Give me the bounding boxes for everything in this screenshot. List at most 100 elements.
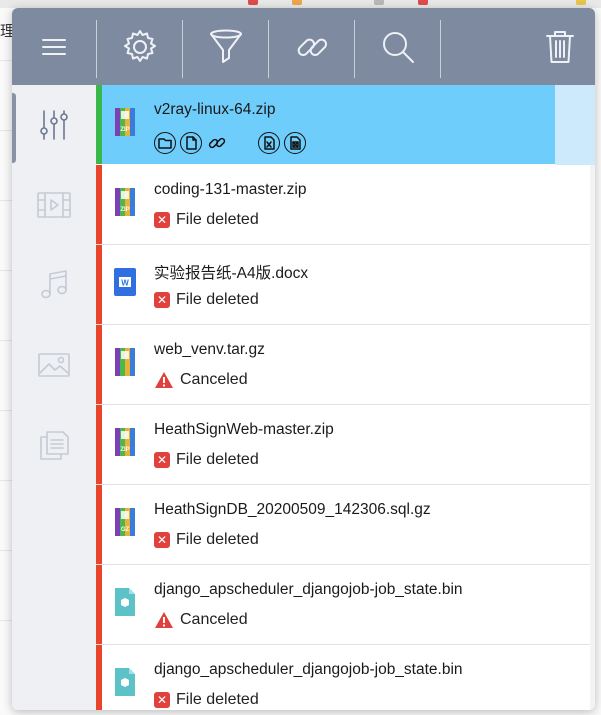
error-icon: ✕ (154, 452, 170, 468)
delete-file-icon (290, 136, 301, 150)
delete-file-action-button[interactable] (284, 132, 306, 154)
sidebar-item-images[interactable] (12, 325, 96, 405)
status-text: File deleted (176, 531, 259, 548)
status-strip (96, 485, 102, 564)
browser-tab-indicator (418, 0, 428, 5)
documents-icon (40, 431, 69, 460)
archive-file-icon (115, 348, 135, 376)
copy-file-icon (186, 136, 197, 150)
status-text: Canceled (180, 611, 248, 628)
clear-button[interactable] (525, 8, 595, 85)
download-row[interactable]: GZ HeathSignDB_20200509_142306.sql.gz ✕ Fil… (96, 485, 590, 565)
status-text: File deleted (176, 211, 259, 228)
status-strip (96, 565, 102, 644)
archive-file-icon: ZIP (115, 188, 135, 216)
download-row[interactable]: ZIP coding-131-master.zip ✕ File deleted (96, 165, 590, 245)
download-status: Canceled (154, 370, 248, 390)
file-actions (154, 131, 310, 155)
download-row[interactable]: W 实验报告纸-A4版.docx ✕ File deleted (96, 245, 590, 325)
settings-button[interactable] (97, 8, 182, 85)
search-icon (382, 31, 414, 63)
status-text: File deleted (176, 451, 259, 468)
download-manager-popup: ZIP v2ray-linux-64.zip ZIP coding-131-maste… (12, 8, 595, 710)
download-status: ✕ File deleted (154, 210, 259, 230)
menu-button[interactable] (12, 8, 96, 85)
status-strip (96, 405, 102, 484)
folder-action-button[interactable] (154, 132, 176, 154)
scrollbar[interactable] (590, 85, 595, 710)
copy-link-button[interactable] (269, 8, 354, 85)
error-icon: ✕ (154, 292, 170, 308)
download-status: ✕ File deleted (154, 530, 259, 550)
download-status: ✕ File deleted (154, 290, 259, 310)
status-strip (96, 645, 102, 710)
search-button[interactable] (355, 8, 440, 85)
category-sidebar (12, 85, 96, 710)
sidebar-item-all[interactable] (12, 85, 96, 165)
sidebar-item-music[interactable] (12, 245, 96, 325)
file-name: 实验报告纸-A4版.docx (154, 265, 309, 282)
word-document-icon: W (114, 268, 136, 296)
menu-icon (42, 38, 66, 55)
filter-icon (209, 29, 242, 63)
file-name: django_apscheduler_djangojob-job_state.b… (154, 581, 463, 598)
excel-icon (264, 136, 275, 150)
status-text: File deleted (176, 691, 259, 708)
warning-icon (155, 372, 173, 388)
archive-file-icon: ZIP (115, 108, 135, 136)
file-name: coding-131-master.zip (154, 181, 307, 198)
binary-file-icon (115, 588, 135, 616)
file-name: HeathSignDB_20200509_142306.sql.gz (154, 501, 431, 518)
svg-text:ZIP: ZIP (120, 207, 129, 213)
svg-text:ZIP: ZIP (120, 447, 129, 453)
folder-icon (158, 138, 172, 149)
download-row[interactable]: web_venv.tar.gz Canceled (96, 325, 590, 405)
file-name: HeathSignWeb-master.zip (154, 421, 334, 438)
file-name: web_venv.tar.gz (154, 341, 265, 358)
status-strip (96, 245, 102, 324)
archive-file-icon: ZIP (115, 428, 135, 456)
browser-tab-indicator (576, 0, 586, 5)
link-icon (208, 137, 226, 149)
file-name: v2ray-linux-64.zip (154, 101, 276, 118)
image-icon (38, 353, 70, 377)
status-text: File deleted (176, 291, 259, 308)
download-list: ZIP v2ray-linux-64.zip ZIP coding-131-maste… (96, 85, 595, 710)
binary-file-icon (115, 668, 135, 696)
sliders-icon (40, 110, 68, 140)
gear-icon (123, 29, 156, 62)
svg-text:W: W (121, 279, 129, 288)
status-strip (96, 85, 102, 164)
download-row[interactable]: django_apscheduler_djangojob-job_state.b… (96, 645, 590, 710)
trash-icon (546, 30, 574, 63)
sidebar-item-video[interactable] (12, 165, 96, 245)
warning-icon (155, 612, 173, 628)
download-row[interactable]: django_apscheduler_djangojob-job_state.b… (96, 565, 590, 645)
browser-tab-indicator (374, 0, 384, 5)
filter-button[interactable] (183, 8, 268, 85)
sidebar-item-documents[interactable] (12, 405, 96, 485)
error-icon: ✕ (154, 532, 170, 548)
download-status: Canceled (154, 610, 248, 630)
excel-action-button[interactable] (258, 132, 280, 154)
browser-tab-indicator (248, 0, 258, 5)
download-row[interactable]: ZIP v2ray-linux-64.zip (96, 85, 590, 164)
download-row[interactable]: ZIP HeathSignWeb-master.zip ✕ File deleted (96, 405, 590, 485)
toolbar (12, 8, 595, 85)
link-action-button[interactable] (206, 132, 228, 154)
download-status: ✕ File deleted (154, 690, 259, 710)
svg-text:ZIP: ZIP (120, 127, 129, 133)
copy-file-action-button[interactable] (180, 132, 202, 154)
browser-tab-indicator (292, 0, 302, 5)
video-icon (37, 192, 71, 218)
file-name: django_apscheduler_djangojob-job_state.b… (154, 661, 463, 678)
svg-text:GZ: GZ (121, 527, 130, 533)
link-icon (297, 38, 327, 56)
selected-row-highlight (555, 85, 595, 165)
status-strip (96, 325, 102, 404)
error-icon: ✕ (154, 212, 170, 228)
music-icon (41, 270, 67, 299)
download-status: ✕ File deleted (154, 450, 259, 470)
status-strip (96, 165, 102, 244)
archive-file-icon: GZ (115, 508, 135, 536)
